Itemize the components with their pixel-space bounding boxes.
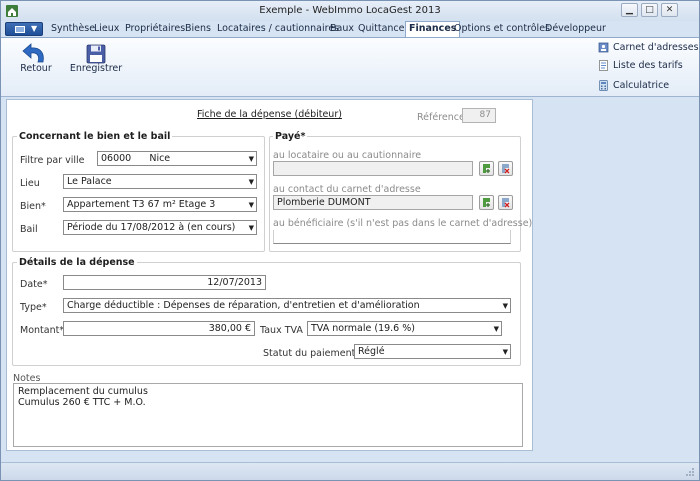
date-label: Date*: [20, 279, 48, 290]
remove-tenant-button[interactable]: [498, 161, 513, 176]
ribbon-toolbar: Retour Enregistrer Carnet d'adresses Lis…: [1, 37, 699, 97]
contact-label: au contact du carnet d'adresse: [273, 184, 421, 195]
resize-grip-icon[interactable]: [685, 467, 695, 477]
amount-field[interactable]: 380,00 €: [63, 321, 255, 336]
chevron-down-icon: ▼: [248, 201, 254, 209]
lieu-label: Lieu: [20, 178, 40, 189]
tab-biens[interactable]: Biens: [182, 22, 214, 37]
chevron-down-icon: ▼: [31, 24, 38, 33]
date-field[interactable]: 12/07/2013: [63, 275, 266, 290]
add-contact-icon: [483, 164, 490, 173]
remove-contact-button[interactable]: [498, 195, 513, 210]
city-filter-label: Filtre par ville: [20, 155, 85, 166]
vat-value: TVA normale (19.6 %): [311, 323, 415, 334]
type-select[interactable]: Charge déductible : Dépenses de réparati…: [63, 298, 511, 313]
chevron-down-icon: ▼: [248, 224, 254, 232]
tab-proprietaires[interactable]: Propriétaires: [122, 22, 188, 37]
payment-status-value: Réglé: [358, 346, 385, 357]
calculator-label: Calculatrice: [613, 80, 670, 91]
save-button[interactable]: Enregistrer: [67, 41, 125, 95]
lieu-select[interactable]: Le Palace ▼: [63, 174, 257, 189]
address-book-icon: [598, 42, 609, 53]
add-tenant-button[interactable]: [479, 161, 494, 176]
price-list-icon: [599, 60, 608, 71]
chevron-down-icon: ▼: [248, 178, 254, 186]
tab-locataires[interactable]: Locataires / cautionnaires: [214, 22, 342, 37]
payment-status-select[interactable]: Réglé ▼: [354, 344, 511, 359]
notes-line: Remplacement du cumulus: [18, 386, 148, 397]
close-button[interactable]: ✕: [661, 3, 678, 17]
add-contact-icon: [483, 198, 490, 207]
property-lease-group-title: Concernant le bien et le bail: [17, 131, 173, 142]
chevron-down-icon: ▼: [502, 302, 508, 310]
chevron-down-icon: ▼: [248, 155, 254, 163]
price-list-label: Liste des tarifs: [613, 60, 683, 71]
bien-select[interactable]: Appartement T3 67 m² Etage 3 ▼: [63, 197, 257, 212]
tab-lieux[interactable]: Lieux: [91, 22, 122, 37]
tab-baux[interactable]: Baux: [327, 22, 357, 37]
save-label: Enregistrer: [69, 63, 123, 74]
back-label: Retour: [20, 63, 52, 74]
tenant-label: au locataire ou au cautionnaire: [273, 150, 422, 161]
maximize-button[interactable]: □: [641, 3, 658, 17]
type-value: Charge déductible : Dépenses de réparati…: [67, 300, 420, 311]
expense-details-group-title: Détails de la dépense: [17, 257, 137, 268]
reference-field: 87: [462, 108, 496, 123]
notes-line: Cumulus 260 € TTC + M.O.: [18, 397, 146, 408]
minimize-button[interactable]: ▁: [621, 3, 638, 17]
add-contact-button[interactable]: [479, 195, 494, 210]
menu-icon: [15, 26, 25, 33]
notes-textarea[interactable]: Remplacement du cumulus Cumulus 260 € TT…: [13, 383, 523, 447]
city-filter-select[interactable]: 06000 Nice ▼: [97, 151, 257, 166]
beneficiary-field[interactable]: [273, 230, 511, 244]
vat-select[interactable]: TVA normale (19.6 %) ▼: [307, 321, 502, 336]
form-title: Fiche de la dépense (débiteur): [197, 109, 342, 120]
payment-status-label: Statut du paiement*: [263, 348, 361, 359]
window-title: Exemple - WebImmo LocaGest 2013: [259, 5, 441, 16]
remove-contact-icon: [502, 164, 510, 174]
reference-label: Référence: [417, 112, 465, 123]
back-button[interactable]: Retour: [7, 41, 65, 95]
tab-options[interactable]: Options et contrôles: [451, 22, 553, 37]
remove-contact-icon: [502, 198, 510, 208]
city-filter-value: 06000 Nice: [101, 153, 171, 164]
title-bar: Exemple - WebImmo LocaGest 2013 ▁ □ ✕: [1, 1, 699, 21]
tenant-field[interactable]: [273, 161, 473, 176]
status-bar: [1, 462, 699, 480]
calculator-icon: [599, 80, 608, 91]
tab-developpeur[interactable]: Développeur: [542, 22, 609, 37]
bail-label: Bail: [20, 224, 38, 235]
chevron-down-icon: ▼: [502, 348, 508, 356]
bail-select[interactable]: Période du 17/08/2012 à (en cours) ▼: [63, 220, 257, 235]
bail-value: Période du 17/08/2012 à (en cours): [67, 222, 236, 233]
bien-value: Appartement T3 67 m² Etage 3: [67, 199, 216, 210]
tab-quittances[interactable]: Quittances: [355, 22, 412, 37]
expense-form: Fiche de la dépense (débiteur) Référence…: [6, 99, 533, 451]
paid-to-group-title: Payé*: [273, 131, 308, 142]
chevron-down-icon: ▼: [493, 325, 499, 333]
amount-label: Montant*: [20, 325, 65, 336]
vat-label: Taux TVA: [260, 325, 303, 336]
type-label: Type*: [20, 302, 47, 313]
ribbon-tabs: ▼ Synthèse Lieux Propriétaires Biens Loc…: [1, 21, 699, 37]
contact-field[interactable]: Plomberie DUMONT: [273, 195, 473, 210]
workspace: Fiche de la dépense (débiteur) Référence…: [1, 97, 699, 462]
address-book-label: Carnet d'adresses: [613, 42, 699, 53]
lieu-value: Le Palace: [67, 176, 112, 187]
app-menu-button[interactable]: ▼: [5, 22, 43, 36]
beneficiary-label: au bénéficiaire (s'il n'est pas dans le …: [273, 218, 533, 229]
app-window: Exemple - WebImmo LocaGest 2013 ▁ □ ✕ ▼ …: [0, 0, 700, 481]
bien-label: Bien*: [20, 201, 46, 212]
